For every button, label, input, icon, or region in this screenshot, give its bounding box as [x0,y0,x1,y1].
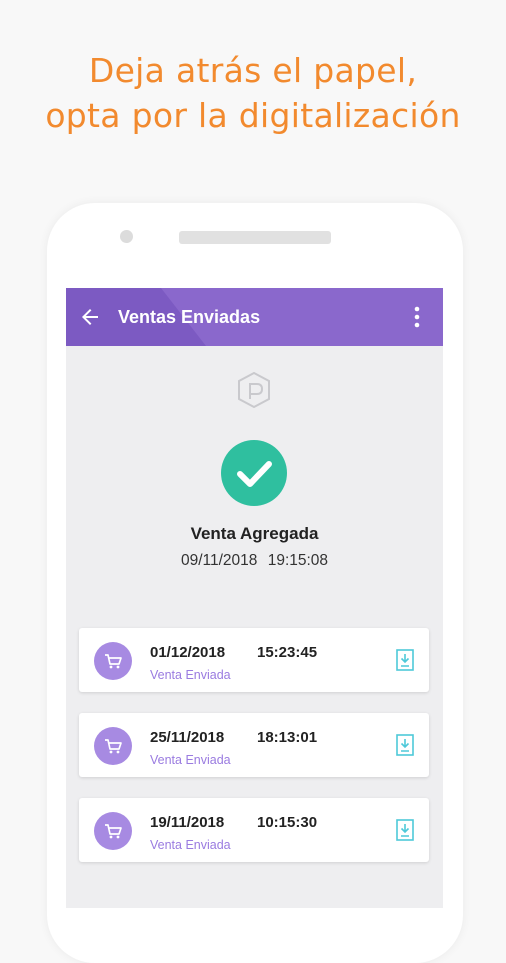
document-download-icon[interactable] [396,819,414,841]
app-logo-icon [238,371,270,409]
page-title: Ventas Enviadas [118,307,261,327]
sale-time: 15:23:45 [257,644,318,661]
promo-headline: Deja atrás el papel, opta por la digital… [0,48,506,138]
headline-line-1: Deja atrás el papel, [88,51,418,90]
confirmation-time: 19:15:08 [267,552,329,569]
sale-date: 25/11/2018 [150,729,225,746]
cart-icon [105,824,122,839]
overflow-menu-button[interactable] [406,304,428,330]
sale-avatar [94,727,132,765]
sale-status: Venta Enviada [150,838,231,852]
sale-avatar [94,812,132,850]
sale-status: Venta Enviada [150,753,231,767]
confirmation-timestamp: 09/11/2018 19:15:08 [66,552,443,570]
document-download-icon[interactable] [396,649,414,671]
arrow-left-icon [82,309,98,325]
sale-time: 10:15:30 [257,814,318,831]
phone-camera [120,230,133,243]
back-button[interactable] [78,305,102,329]
sale-avatar [94,642,132,680]
document-download-icon[interactable] [396,734,414,756]
confirmation-title: Venta Agregada [190,524,319,543]
success-badge [221,440,287,506]
sale-card[interactable]: 01/12/2018 15:23:45 Venta Enviada [79,628,429,692]
app-bar: Ventas Enviadas [66,288,443,346]
sale-card[interactable]: 25/11/2018 18:13:01 Venta Enviada [79,713,429,777]
confirmation-date: 09/11/2018 [180,552,258,569]
phone-speaker [179,231,331,244]
cart-icon [105,654,122,669]
sale-time: 18:13:01 [257,729,318,746]
app-screen: Ventas Enviadas Venta Agregada 09/11/201… [66,288,443,908]
sale-card[interactable]: 19/11/2018 10:15:30 Venta Enviada [79,798,429,862]
sale-status: Venta Enviada [150,668,231,682]
more-vert-icon [414,306,420,328]
check-icon [237,461,272,487]
headline-line-2: opta por la digitalización [45,96,461,135]
sale-date: 01/12/2018 [150,644,226,661]
sale-date: 19/11/2018 [150,814,225,831]
cart-icon [105,739,122,754]
